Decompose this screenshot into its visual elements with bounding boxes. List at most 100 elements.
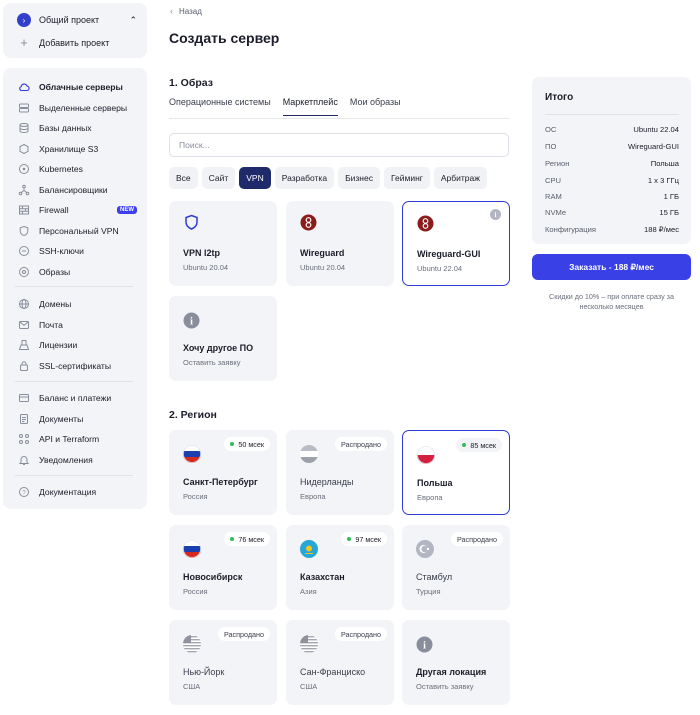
card-title: Wireguard-GUI	[417, 249, 481, 259]
sidebar-item-cloud-servers[interactable]: Облачные серверы	[17, 79, 137, 95]
info-icon: i	[183, 312, 200, 329]
sidebar-item-label: SSH-ключи	[39, 246, 84, 256]
sidebar-item-label: Firewall	[39, 205, 69, 215]
add-project-button[interactable]: + Добавить проект	[17, 36, 109, 50]
card-subtitle: США	[300, 682, 318, 691]
card-title: Другая локация	[416, 667, 487, 677]
card-subtitle: Европа	[300, 492, 326, 501]
add-project-label: Добавить проект	[39, 38, 110, 48]
card-title: Нью-Йорк	[183, 667, 225, 677]
region-card-kazakhstan[interactable]: 97 мсек Казахстан Азия	[286, 525, 394, 610]
region-card-other-location[interactable]: i Другая локация Оставить заявку	[402, 620, 510, 705]
sidebar-item-firewall[interactable]: Firewall NEW	[17, 202, 137, 218]
sold-out-badge: Распродано	[334, 627, 387, 641]
tab-os[interactable]: Операционные системы	[169, 97, 271, 116]
card-title: Новосибирск	[183, 572, 243, 582]
ping-value: 85 мсек	[470, 440, 496, 450]
card-subtitle: Россия	[183, 492, 208, 501]
sidebar-item-balancers[interactable]: Балансировщики	[17, 182, 137, 198]
help-icon: ?	[17, 486, 30, 499]
flag-ru-icon	[183, 445, 201, 463]
image-card-wireguard[interactable]: Wireguard Ubuntu 20.04	[286, 201, 394, 286]
sidebar-item-label: Баланс и платежи	[39, 393, 112, 403]
sidebar-item-api[interactable]: API и Terraform	[17, 431, 137, 447]
sidebar-item-ssh[interactable]: SSH-ключи	[17, 243, 137, 259]
search-input[interactable]	[169, 133, 509, 157]
flag-kz-icon	[300, 540, 318, 558]
sidebar-item-documents[interactable]: Документы	[17, 411, 137, 427]
summary-key: Регион	[545, 159, 570, 168]
chip-arbitrage[interactable]: Арбитраж	[433, 167, 487, 189]
chip-gaming[interactable]: Гейминг	[383, 167, 430, 189]
summary-row-region: Регион Польша	[545, 159, 679, 168]
sidebar-item-licenses[interactable]: Лицензии	[17, 337, 137, 353]
image-card-vpn-l2tp[interactable]: VPN l2tp Ubuntu 20.04	[169, 201, 277, 286]
sidebar-item-s3[interactable]: Хранилище S3	[17, 141, 137, 157]
mail-icon	[17, 319, 30, 332]
region-card-spb[interactable]: 50 мсек Санкт-Петербург Россия	[169, 430, 277, 515]
sidebar-item-dedicated[interactable]: Выделенные серверы	[17, 100, 137, 116]
discount-note: Скидки до 10% – при оплате сразу за неск…	[549, 292, 674, 311]
summary-value: Wireguard-GUI	[627, 142, 679, 151]
ping-badge: 85 мсек	[456, 438, 502, 452]
sidebar-item-images[interactable]: Образы	[17, 264, 137, 280]
region-card-san-francisco: Распродано Сан-Франциско США	[286, 620, 394, 705]
chip-business[interactable]: Бизнес	[338, 167, 380, 189]
image-section-title: 1. Образ	[169, 77, 213, 89]
bell-icon	[17, 454, 30, 467]
back-link[interactable]: ‹ Назад	[170, 6, 202, 16]
info-icon[interactable]: i	[490, 209, 501, 220]
sidebar-item-domains[interactable]: Домены	[17, 296, 137, 312]
globe-icon	[17, 298, 30, 311]
tab-marketplace[interactable]: Маркетплейс	[282, 97, 338, 116]
summary-row-config: Конфигурация 188 ₽/мес	[545, 225, 679, 234]
project-selector[interactable]: › Общий проект ⌃	[17, 13, 137, 27]
sold-out-badge: Распродано	[450, 532, 503, 546]
sidebar-item-mail[interactable]: Почта	[17, 317, 137, 333]
sidebar-divider	[15, 475, 133, 476]
chip-development[interactable]: Разработка	[274, 167, 335, 189]
page-title: Создать сервер	[169, 30, 280, 46]
chip-site[interactable]: Сайт	[201, 167, 236, 189]
sidebar-item-label: Персональный VPN	[39, 226, 119, 236]
order-button[interactable]: Заказать - 188 ₽/мес	[532, 254, 691, 280]
card-title: Стамбул	[416, 572, 453, 582]
chevron-up-icon[interactable]: ⌃	[129, 15, 137, 26]
key-icon	[17, 245, 30, 258]
card-subtitle: Ubuntu 22.04	[417, 264, 463, 273]
sidebar-item-label: Облачные серверы	[39, 82, 123, 92]
card-subtitle: Ubuntu 20.04	[183, 263, 229, 272]
chip-all[interactable]: Все	[169, 167, 198, 189]
wireguard-icon	[300, 214, 317, 231]
region-card-poland[interactable]: 85 мсек Польша Европа	[402, 430, 510, 515]
sidebar-item-kubernetes[interactable]: Kubernetes	[17, 161, 137, 177]
region-card-new-york: Распродано Нью-Йорк США	[169, 620, 277, 705]
region-card-novosibirsk[interactable]: 76 мсек Новосибирск Россия	[169, 525, 277, 610]
ping-badge: 76 мсек	[224, 532, 270, 546]
sidebar-item-databases[interactable]: Базы данных	[17, 120, 137, 136]
sidebar-divider	[15, 286, 133, 287]
tab-my-images[interactable]: Мои образы	[350, 97, 401, 116]
chip-vpn[interactable]: VPN	[239, 167, 271, 189]
sidebar-nav: Облачные серверы Выделенные серверы Базы…	[3, 68, 147, 509]
image-card-request-other[interactable]: i Хочу другое ПО Оставить заявку	[169, 296, 277, 381]
sidebar-item-vpn[interactable]: Персональный VPN	[17, 223, 137, 239]
summary-row-software: ПО Wireguard-GUI	[545, 142, 679, 151]
summary-key: NVMe	[545, 208, 567, 217]
flag-us-icon	[183, 635, 201, 653]
sidebar-item-docs[interactable]: ? Документация	[17, 484, 137, 500]
summary-row-os: ОС Ubuntu 22.04	[545, 125, 679, 134]
sidebar-item-notifications[interactable]: Уведомления	[17, 452, 137, 468]
sidebar-item-label: Уведомления	[39, 455, 93, 465]
summary-value: 188 ₽/мес	[644, 225, 679, 234]
image-card-wireguard-gui[interactable]: i Wireguard-GUI Ubuntu 22.04	[402, 201, 510, 286]
ping-badge: 50 мсек	[224, 437, 270, 451]
summary-row-ram: RAM 1 ГБ	[545, 192, 679, 201]
image-tabs: Операционные системы Маркетплейс Мои обр…	[169, 97, 413, 116]
summary-row-cpu: CPU 1 x 3 ГГц	[545, 176, 679, 185]
image-icon	[17, 266, 30, 279]
project-arrow-icon: ›	[17, 13, 31, 27]
region-card-netherlands: Распродано Нидерланды Европа	[286, 430, 394, 515]
sidebar-item-ssl[interactable]: SSL-сертификаты	[17, 358, 137, 374]
sidebar-item-billing[interactable]: Баланс и платежи	[17, 390, 137, 406]
